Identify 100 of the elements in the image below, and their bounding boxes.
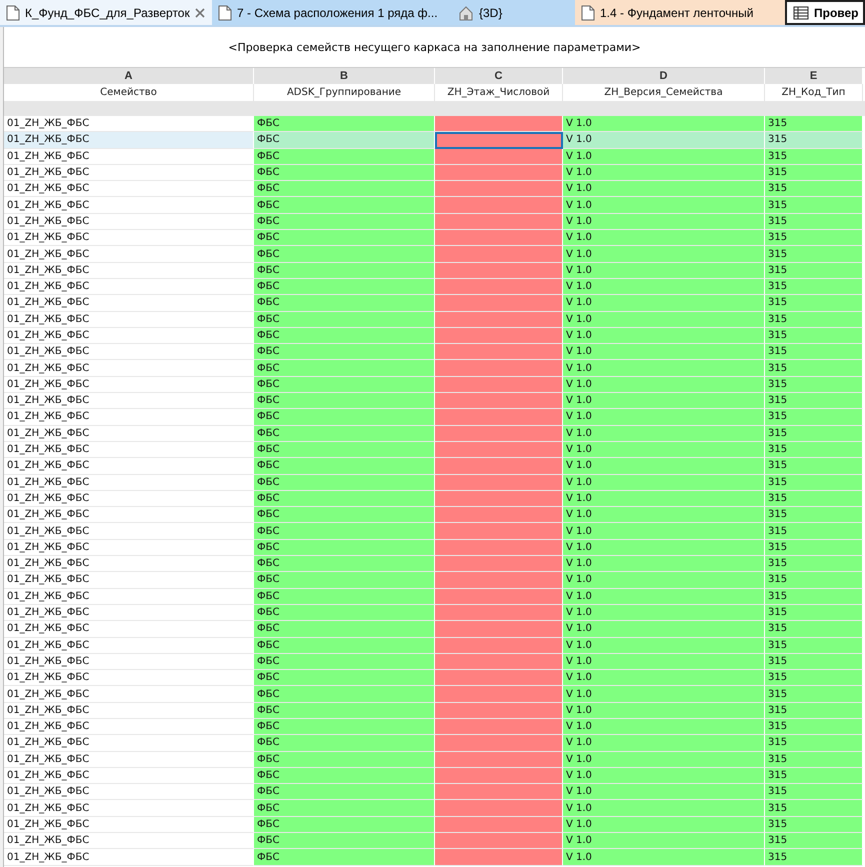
table-cell: ФБС — [254, 164, 435, 182]
table-cell: 01_ZH_ЖБ_ФБС — [4, 670, 254, 686]
table-cell: 315 — [765, 670, 863, 686]
table-cell: V 1.0 — [563, 278, 765, 296]
table-cell: V 1.0 — [563, 800, 765, 817]
table-cell: ФБС — [254, 442, 435, 458]
column-letter[interactable]: C — [435, 68, 563, 84]
table-cell: V 1.0 — [563, 197, 765, 214]
table-cell: 01_ZH_ЖБ_ФБС — [4, 507, 254, 524]
table-cell: V 1.0 — [563, 230, 765, 246]
table-cell: 315 — [765, 295, 863, 312]
table-cell: V 1.0 — [563, 246, 765, 263]
table-cell: ФБС — [254, 816, 435, 834]
table-cell: V 1.0 — [563, 214, 765, 230]
table-cell: V 1.0 — [563, 686, 765, 703]
document-tab[interactable]: 1.4 - Фундамент ленточный — [575, 0, 785, 25]
table-cell: 315 — [765, 523, 863, 540]
table-cell: 315 — [765, 458, 863, 475]
tab-label: 1.4 - Фундамент ленточный — [600, 6, 754, 20]
table-cell: V 1.0 — [563, 572, 765, 589]
table-cell: V 1.0 — [563, 426, 765, 442]
table-cell: 01_ZH_ЖБ_ФБС — [4, 784, 254, 800]
column-letter[interactable]: B — [254, 68, 435, 84]
table-cell: 315 — [765, 490, 863, 508]
table-cell: 315 — [765, 784, 863, 800]
table-cell: V 1.0 — [563, 507, 765, 524]
table-cell: ФБС — [254, 116, 435, 132]
table-cell: 315 — [765, 328, 863, 344]
table-cell: V 1.0 — [563, 816, 765, 834]
table-cell: 315 — [765, 230, 863, 246]
table-cell: V 1.0 — [563, 556, 765, 572]
table-cell: 01_ZH_ЖБ_ФБС — [4, 638, 254, 654]
table-cell: 315 — [765, 132, 863, 149]
schedule-title: <Проверка семейств несущего каркаса на заполнение параметрами> — [228, 40, 641, 54]
table-cell: 315 — [765, 344, 863, 360]
table-cell: ФБС — [254, 849, 435, 866]
table-cell: ФБС — [254, 148, 435, 165]
table-cell: ФБС — [254, 507, 435, 524]
table-cell: 01_ZH_ЖБ_ФБС — [4, 702, 254, 719]
table-cell: 01_ZH_ЖБ_ФБС — [4, 230, 254, 246]
table-cell: V 1.0 — [563, 393, 765, 410]
table-cell: ФБС — [254, 230, 435, 246]
table-cell: V 1.0 — [563, 360, 765, 377]
table-cell: 01_ZH_ЖБ_ФБС — [4, 718, 254, 736]
table-cell: V 1.0 — [563, 523, 765, 540]
table-cell: 315 — [765, 556, 863, 572]
table-cell: 315 — [765, 376, 863, 394]
table-cell: 315 — [765, 572, 863, 589]
table-cell: V 1.0 — [563, 458, 765, 475]
table-cell: 315 — [765, 197, 863, 214]
table-cell: V 1.0 — [563, 654, 765, 670]
table-cell: V 1.0 — [563, 621, 765, 638]
table-cell: 01_ZH_ЖБ_ФБС — [4, 490, 254, 508]
tab-label: К_Фунд_ФБС_для_Разверток — [25, 6, 190, 20]
document-tab[interactable]: К_Фунд_ФБС_для_Разверток — [0, 0, 212, 25]
table-cell: V 1.0 — [563, 849, 765, 866]
table-cell: 315 — [765, 718, 863, 736]
table-cell: 01_ZH_ЖБ_ФБС — [4, 409, 254, 426]
table-cell: 01_ZH_ЖБ_ФБС — [4, 344, 254, 360]
table-cell: 01_ZH_ЖБ_ФБС — [4, 768, 254, 784]
table-cell: 315 — [765, 474, 863, 491]
table-cell: ФБС — [254, 197, 435, 214]
table-cell: 01_ZH_ЖБ_ФБС — [4, 148, 254, 165]
table-cell: ФБС — [254, 393, 435, 410]
table-cell: 01_ZH_ЖБ_ФБС — [4, 278, 254, 296]
column-letter[interactable]: A — [4, 68, 254, 84]
table-cell: 315 — [765, 833, 863, 850]
table-cell: 315 — [765, 507, 863, 524]
table-cell: 01_ZH_ЖБ_ФБС — [4, 752, 254, 768]
table-cell: 315 — [765, 686, 863, 703]
table-cell: 315 — [765, 246, 863, 263]
table-cell: ФБС — [254, 344, 435, 360]
table-cell: ФБС — [254, 556, 435, 572]
column-letter[interactable]: E — [765, 68, 863, 84]
table-cell: 01_ZH_ЖБ_ФБС — [4, 312, 254, 328]
table-cell: 315 — [765, 849, 863, 866]
table-cell: V 1.0 — [563, 784, 765, 800]
table-cell: ФБС — [254, 800, 435, 817]
table-cell: 315 — [765, 409, 863, 426]
table-cell: 01_ZH_ЖБ_ФБС — [4, 132, 254, 149]
tab-label: Провер — [814, 6, 859, 20]
table-cell: V 1.0 — [563, 164, 765, 182]
table-cell: 315 — [765, 654, 863, 670]
table-cell: 01_ZH_ЖБ_ФБС — [4, 442, 254, 458]
column-letter[interactable]: D — [563, 68, 765, 84]
table-cell: V 1.0 — [563, 376, 765, 394]
table-cell: V 1.0 — [563, 540, 765, 556]
table-cell: 315 — [765, 621, 863, 638]
table-cell: 315 — [765, 426, 863, 442]
table-cell: 01_ZH_ЖБ_ФБС — [4, 295, 254, 312]
table-cell: 315 — [765, 360, 863, 377]
table-cell: V 1.0 — [563, 702, 765, 719]
table-cell: 315 — [765, 588, 863, 605]
document-tab[interactable]: Провер — [785, 0, 865, 25]
table-cell: V 1.0 — [563, 735, 765, 752]
table-cell: V 1.0 — [563, 344, 765, 360]
table-cell: 01_ZH_ЖБ_ФБС — [4, 164, 254, 182]
table-cell: V 1.0 — [563, 752, 765, 768]
table-cell: 315 — [765, 752, 863, 768]
table-cell: 01_ZH_ЖБ_ФБС — [4, 262, 254, 279]
